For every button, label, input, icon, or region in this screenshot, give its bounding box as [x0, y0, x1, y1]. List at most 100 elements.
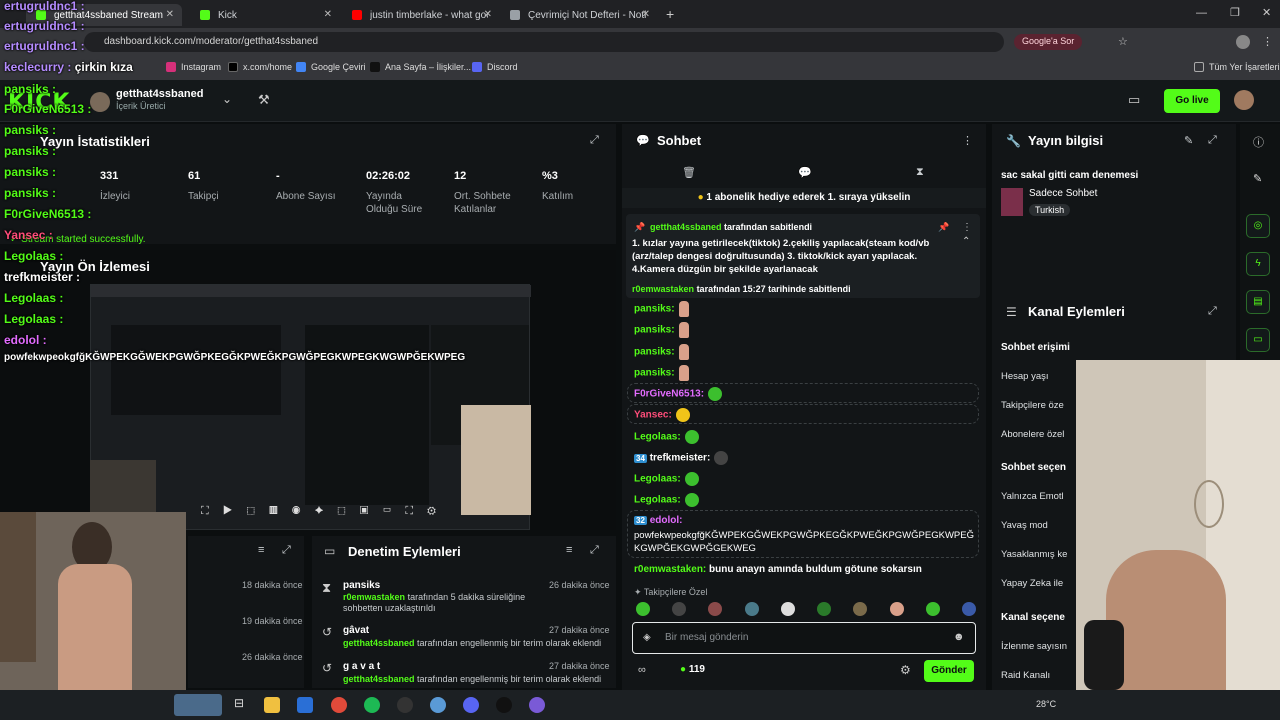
settings-app-icon[interactable] — [430, 697, 446, 713]
emote-icon[interactable] — [925, 602, 940, 616]
emoji-icon[interactable]: ☻ — [953, 631, 965, 643]
emote-icon[interactable] — [636, 602, 650, 616]
close-tab-icon[interactable]: ✕ — [166, 9, 174, 20]
gear-icon[interactable]: ⚙ — [900, 663, 911, 677]
emote-bar[interactable] — [636, 602, 976, 620]
server-icon: ☰ — [1006, 305, 1017, 319]
chat-menu-icon[interactable]: ⋮ — [962, 134, 973, 147]
new-tab-button[interactable]: + — [666, 6, 674, 22]
user-avatar[interactable] — [1234, 90, 1254, 110]
expand-icon[interactable]: ⤢ — [1208, 134, 1217, 147]
setting-view-count[interactable]: İzlenme sayısın — [1001, 641, 1067, 652]
document-icon[interactable]: ▤ — [1246, 290, 1270, 314]
setting-raid-channel[interactable]: Raid Kanalı — [1001, 670, 1050, 681]
mod-action-user: g a v a t — [343, 661, 381, 672]
edit-icon[interactable]: ✎ — [1184, 134, 1193, 147]
google-ask-button[interactable]: Google'a Sor — [1014, 34, 1083, 50]
lightning-icon[interactable]: ϟ — [1246, 252, 1270, 276]
setting-banned-words[interactable]: Yasaklanmış ke — [1001, 549, 1067, 560]
setting-ai-moderation[interactable]: Yapay Zeka ile — [1001, 578, 1063, 589]
stat-uptime-value: 02:26:02 — [366, 170, 411, 182]
file-explorer-icon[interactable] — [264, 697, 280, 713]
chrome-icon[interactable] — [331, 697, 347, 713]
close-tab-icon[interactable]: ✕ — [324, 9, 332, 20]
emote-icon[interactable] — [961, 602, 976, 616]
bookmark-ana-sayfa[interactable]: Ana Sayfa – İlişkiler... — [370, 62, 471, 72]
obs-icon[interactable] — [397, 697, 413, 713]
pinned-menu-icon[interactable]: ⋮ — [962, 222, 972, 233]
task-view-icon[interactable]: ⊟ — [234, 696, 244, 710]
emote-icon[interactable] — [744, 602, 759, 616]
setting-subs-only[interactable]: Abonelere özel — [1001, 429, 1064, 440]
tab-notepad[interactable]: Çevrimiçi Not Defteri - Notlarınız... ✕ — [500, 4, 658, 26]
info-icon[interactable]: ⓘ — [1253, 134, 1264, 150]
close-window-button[interactable]: ✕ — [1262, 6, 1271, 19]
unpin-icon[interactable]: 📌 — [938, 222, 949, 233]
app-icon[interactable] — [529, 697, 545, 713]
stat-engagement-value: %3 — [542, 170, 558, 182]
hammer-icon[interactable]: ⚒ — [258, 92, 270, 108]
expand-icon[interactable]: ⤢ — [590, 544, 599, 557]
spotify-icon[interactable] — [364, 697, 380, 713]
all-bookmarks[interactable]: Tüm Yer İşaretleri — [1194, 62, 1280, 72]
trash-icon[interactable]: 🗑 — [682, 166, 696, 179]
tab-youtube[interactable]: justin timberlake - what goes a... ✕ — [342, 4, 500, 26]
bookmark-x[interactable]: x.com/home — [228, 62, 292, 72]
emote-icon[interactable] — [708, 602, 723, 616]
preview-controls[interactable]: ⛶▶⬚▦◉✦⬚▣▭⛶⚙ — [201, 505, 511, 525]
minimize-window-button[interactable]: — — [1196, 7, 1207, 19]
setting-followers-only[interactable]: Takipçilere öze — [1001, 400, 1064, 411]
chevron-up-icon[interactable]: ⌃ — [962, 236, 970, 247]
setting-slow-mode[interactable]: Yavaş mod — [1001, 520, 1048, 531]
comment-icon[interactable]: ▭ — [1246, 328, 1270, 352]
chat-message: Legolaas: — [634, 472, 699, 486]
filter-icon[interactable]: ≡ — [258, 544, 264, 556]
pencil-icon[interactable]: ✎ — [1253, 172, 1262, 185]
emote-icon[interactable] — [817, 602, 832, 616]
emote-icon[interactable] — [672, 602, 687, 616]
emote-icon[interactable] — [853, 602, 868, 616]
go-live-button[interactable]: Go live — [1164, 89, 1220, 113]
chat-input[interactable]: ◈ Bir mesaj gönderin ☻ — [632, 622, 976, 654]
infinity-icon: ∞ — [638, 664, 646, 676]
monitor-icon: ▭ — [324, 544, 336, 558]
emote-icon[interactable] — [780, 602, 795, 616]
browser-menu-icon[interactable]: ⋮ — [1262, 35, 1273, 48]
expand-icon[interactable]: ⤢ — [282, 544, 291, 557]
target-icon[interactable]: ◎ — [1246, 214, 1270, 238]
bookmark-instagram[interactable]: Instagram — [166, 62, 221, 72]
filter-icon[interactable]: ≡ — [566, 544, 572, 556]
x-icon — [228, 62, 238, 72]
screen-icon[interactable]: ▭ — [1128, 92, 1140, 108]
emote-icon[interactable] — [889, 602, 904, 616]
taskbar-thumbnail[interactable] — [174, 694, 222, 716]
url-field[interactable]: dashboard.kick.com/moderator/getthat4ssb… — [84, 32, 1004, 52]
gift-sub-banner[interactable]: ● 1 abonelik hediye ederek 1. sıraya yük… — [622, 188, 986, 208]
setting-emotes-only[interactable]: Yalnızca Emotl — [1001, 491, 1064, 502]
chat-message: 32 edolol: — [634, 515, 683, 526]
setting-account-age[interactable]: Hesap yaşı — [1001, 371, 1049, 382]
edge-icon[interactable] — [297, 697, 313, 713]
chat-title: Sohbet — [657, 133, 702, 148]
overlay-chat-user: ertugruldnc1 : — [4, 19, 85, 33]
discord-app-icon[interactable] — [463, 697, 479, 713]
maximize-window-button[interactable]: ❐ — [1230, 6, 1240, 19]
hourglass-icon[interactable]: ⧗ — [916, 166, 924, 179]
preview-video[interactable]: ⛶▶⬚▦◉✦⬚▣▭⛶⚙ — [90, 284, 531, 530]
stat-subs-label: Abone Sayısı — [276, 191, 336, 202]
bookmark-star-icon[interactable]: ☆ — [1118, 35, 1128, 48]
tab-kick[interactable]: Kick ✕ — [190, 4, 340, 26]
profile-avatar[interactable] — [1236, 35, 1250, 49]
weather-text: 28°C — [1036, 699, 1057, 709]
send-button[interactable]: Gönder — [924, 660, 974, 682]
expand-icon[interactable]: ⤢ — [590, 134, 599, 147]
mod-action-text: getthat4ssbaned tarafından engellenmiş b… — [343, 674, 602, 684]
close-tab-icon[interactable]: ✕ — [642, 9, 650, 20]
chevron-down-icon[interactable]: ⌄ — [222, 92, 232, 106]
bookmark-discord[interactable]: Discord — [472, 62, 518, 72]
app-icon[interactable] — [496, 697, 512, 713]
close-tab-icon[interactable]: ✕ — [484, 9, 492, 20]
chat-icon[interactable]: 💬 — [798, 166, 812, 179]
bookmark-google-translate[interactable]: Google Çeviri — [296, 62, 366, 72]
expand-icon[interactable]: ⤢ — [1208, 305, 1217, 318]
